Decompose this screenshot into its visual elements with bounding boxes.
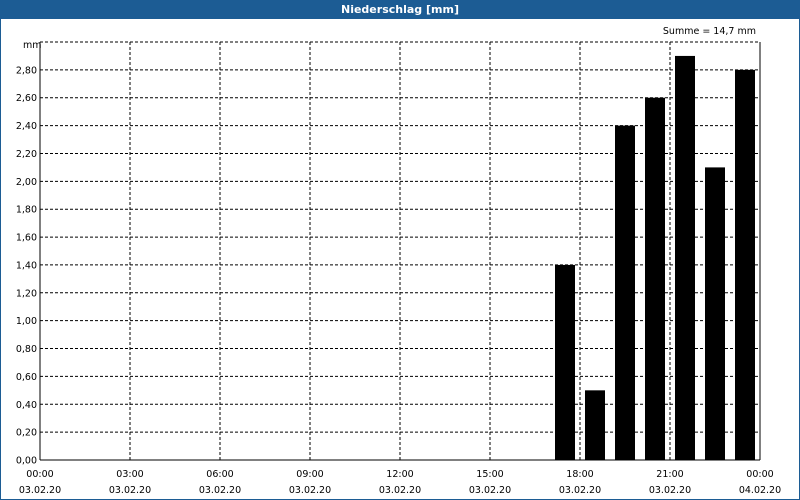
x-tick-time: 00:00 (26, 469, 53, 480)
x-tick-date: 03.02.20 (469, 485, 511, 496)
sum-annotation: Summe = 14,7 mm (663, 26, 756, 37)
x-tick-time: 15:00 (476, 469, 503, 480)
bar (555, 264, 575, 460)
y-tick-label: 0,20 (16, 428, 37, 439)
y-tick-label: 2,00 (16, 177, 37, 188)
y-axis-label: mm (23, 40, 42, 51)
x-tick-date: 03.02.20 (379, 485, 421, 496)
y-tick-label: 2,40 (16, 121, 37, 132)
y-tick-label: 1,80 (16, 205, 37, 216)
bar (735, 69, 755, 460)
y-tick-label: 2,20 (16, 149, 37, 160)
x-tick-date: 03.02.20 (289, 485, 331, 496)
x-tick-date: 03.02.20 (199, 485, 241, 496)
y-tick-label: 1,00 (16, 316, 37, 327)
y-tick-label: 0,00 (16, 456, 37, 467)
precipitation-chart: 0,00 0,20 0,40 0,60 0,80 1,00 1,20 1,40 1,60 1,80… (16, 26, 781, 496)
y-tick-label: 2,60 (16, 93, 37, 104)
x-tick-time: 21:00 (656, 469, 683, 480)
y-tick-label: 0,40 (16, 400, 37, 411)
bar (645, 97, 665, 460)
y-tick-label: 2,80 (16, 65, 37, 76)
y-tick-label: 0,60 (16, 372, 37, 383)
bar-series (555, 55, 755, 460)
y-tick-label: 1,20 (16, 288, 37, 299)
x-tick-time: 12:00 (386, 469, 413, 480)
x-tick-date: 04.02.20 (739, 485, 781, 496)
bar (585, 390, 605, 460)
bar (615, 125, 635, 460)
y-tick-label: 0,80 (16, 344, 37, 355)
bar (675, 55, 695, 460)
x-tick-time: 06:00 (206, 469, 233, 480)
bar (705, 167, 725, 460)
x-tick-time: 00:00 (746, 469, 773, 480)
x-tick-date: 03.02.20 (649, 485, 691, 496)
x-tick-time: 03:00 (116, 469, 143, 480)
y-tick-label: 1,60 (16, 233, 37, 244)
axes: 0,00 0,20 0,40 0,60 0,80 1,00 1,20 1,40 1,60 1,80… (16, 42, 781, 496)
y-tick-label: 1,40 (16, 260, 37, 271)
x-tick-date: 03.02.20 (559, 485, 601, 496)
x-tick-date: 03.02.20 (19, 485, 61, 496)
x-tick-time: 18:00 (566, 469, 593, 480)
x-tick-time: 09:00 (296, 469, 323, 480)
x-tick-date: 03.02.20 (109, 485, 151, 496)
